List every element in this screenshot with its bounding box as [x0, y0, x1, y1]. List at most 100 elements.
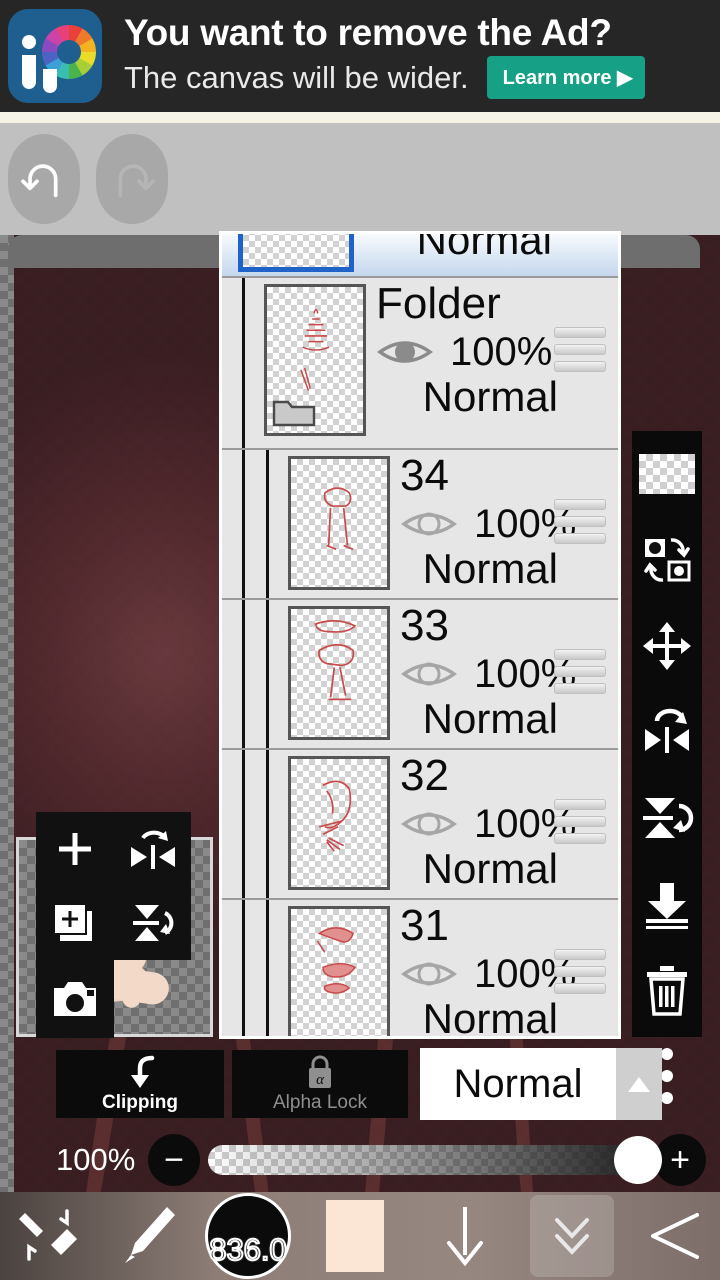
color-swatch: [326, 1200, 384, 1272]
layer-indent: [222, 900, 288, 1036]
opacity-slider-knob[interactable]: [614, 1136, 662, 1184]
bottom-navigation-bar: 836.0: [0, 1192, 720, 1280]
move-layer-icon: [643, 622, 691, 670]
opacity-slider[interactable]: [208, 1136, 662, 1184]
ad-headline: You want to remove the Ad?: [124, 12, 612, 53]
layer-quick-tools-panel: [36, 812, 191, 960]
collapse-panel-target[interactable]: [530, 1195, 614, 1277]
ibispaint-logo-icon: [8, 9, 102, 103]
clipping-button[interactable]: Clipping: [56, 1050, 224, 1118]
drag-handle-icon[interactable]: [554, 948, 606, 1000]
duplicate-layer-button[interactable]: [36, 886, 113, 960]
swap-layers-icon: [644, 538, 691, 582]
layer-thumbnail[interactable]: [288, 756, 390, 890]
merge-down-button[interactable]: [632, 861, 702, 947]
layer-thumbnail[interactable]: [238, 234, 354, 272]
layer-thumbnail[interactable]: [288, 606, 390, 740]
color-swatch-button[interactable]: [300, 1192, 410, 1280]
chevron-up-icon[interactable]: [616, 1048, 662, 1120]
drag-handle-icon[interactable]: [554, 498, 606, 550]
drag-handle-icon[interactable]: [554, 326, 606, 378]
collapse-panel-button[interactable]: [520, 1192, 624, 1280]
eye-visible-icon[interactable]: [376, 332, 434, 372]
layer-thumbnail[interactable]: [288, 456, 390, 590]
eye-hidden-icon[interactable]: [400, 954, 458, 994]
flip-horizontal-icon: [130, 830, 175, 869]
top-toolbar: [0, 123, 720, 235]
layer-thumbnail[interactable]: [288, 906, 390, 1036]
drag-handle-icon[interactable]: [554, 798, 606, 850]
layers-list[interactable]: Normal Folder 100% Normal 34 100% Normal…: [222, 234, 618, 1036]
layer-indent: [222, 450, 288, 598]
background-layer-button[interactable]: [632, 431, 702, 517]
canvas-edge-strip: [0, 235, 14, 1270]
learn-more-button[interactable]: Learn more ▶: [486, 56, 646, 99]
brush-size-indicator: 836.0: [205, 1193, 291, 1279]
layer-name: 31: [400, 901, 449, 950]
eye-hidden-icon[interactable]: [400, 504, 458, 544]
table-row[interactable]: 34 100% Normal: [222, 450, 618, 600]
layer-name: 33: [400, 601, 449, 650]
ad-banner[interactable]: You want to remove the Ad? The canvas wi…: [0, 0, 720, 112]
rotate-flip-horizontal-button[interactable]: [632, 689, 702, 775]
back-arrow-icon: [651, 1213, 699, 1259]
duplicate-layer-icon: [52, 903, 92, 941]
layers-button[interactable]: [410, 1192, 520, 1280]
brush-icon: [125, 1207, 175, 1263]
blend-mode-select[interactable]: Normal: [420, 1048, 662, 1120]
flip-vertical-button[interactable]: [114, 886, 191, 960]
flip-vertical-icon: [132, 905, 173, 941]
clipping-arrow-icon: [131, 1055, 155, 1088]
layer-sketch-icon: [323, 487, 354, 551]
alpha-lock-button[interactable]: α Alpha Lock: [232, 1050, 408, 1118]
folder-icon: [272, 400, 316, 427]
brush-eraser-undo-icon: [19, 1209, 77, 1261]
layer-blend-mode: Normal: [422, 373, 558, 420]
rotate-flip-vertical-button[interactable]: [632, 775, 702, 861]
camera-tool-panel: [36, 960, 114, 1038]
camera-icon: [53, 982, 96, 1016]
layer-blend-mode: Normal: [422, 695, 558, 742]
layer-thumbnail[interactable]: [264, 284, 366, 436]
layer-row-selected[interactable]: Normal: [222, 234, 618, 278]
layer-info: 34 100% Normal: [390, 450, 618, 592]
rotate-flip-horizontal-icon: [645, 708, 689, 753]
double-chevron-down-icon: [555, 1218, 589, 1255]
undo-redo-tool-button[interactable]: [0, 1192, 100, 1280]
rotate-flip-vertical-icon: [643, 798, 694, 838]
back-button[interactable]: [624, 1192, 720, 1280]
eye-hidden-icon[interactable]: [400, 654, 458, 694]
move-layer-button[interactable]: [632, 603, 702, 689]
table-row[interactable]: Folder 100% Normal: [222, 278, 618, 450]
undo-button[interactable]: [8, 134, 80, 224]
layer-name: Folder: [376, 279, 501, 328]
layers-panel[interactable]: Normal Folder 100% Normal 34 100% Normal…: [219, 231, 621, 1039]
table-row[interactable]: 33 100% Normal: [222, 600, 618, 750]
brush-tool-button[interactable]: [100, 1192, 196, 1280]
clipping-label: Clipping: [102, 1091, 178, 1113]
delete-layer-button[interactable]: [632, 947, 702, 1033]
alpha-lock-icon: α: [309, 1055, 331, 1088]
brush-size-value: 836.0: [208, 1231, 288, 1268]
drag-handle-icon[interactable]: [554, 648, 606, 700]
trash-icon: [647, 966, 687, 1016]
opacity-decrease-button[interactable]: −: [148, 1134, 200, 1186]
table-row[interactable]: 31 100% Normal: [222, 900, 618, 1036]
add-layer-button[interactable]: [36, 812, 113, 886]
ad-text: You want to remove the Ad? The canvas wi…: [124, 13, 720, 99]
layer-blend-mode: Normal: [422, 845, 558, 892]
flip-horizontal-button[interactable]: [114, 812, 191, 886]
swap-layers-button[interactable]: [632, 517, 702, 603]
camera-button[interactable]: [36, 960, 113, 1038]
redo-button[interactable]: [96, 134, 168, 224]
eye-hidden-icon[interactable]: [400, 804, 458, 844]
layer-indent: [222, 278, 264, 448]
brush-size-button[interactable]: 836.0: [196, 1192, 300, 1280]
redo-arrow-icon: [118, 164, 155, 198]
layer-blend-mode: Normal: [422, 545, 558, 592]
layer-sketch-icon: [316, 927, 357, 994]
table-row[interactable]: 32 100% Normal: [222, 750, 618, 900]
layer-tool-strip: [632, 431, 702, 1104]
layer-blend-mode: Normal: [416, 234, 552, 263]
layer-name: 34: [400, 451, 449, 500]
